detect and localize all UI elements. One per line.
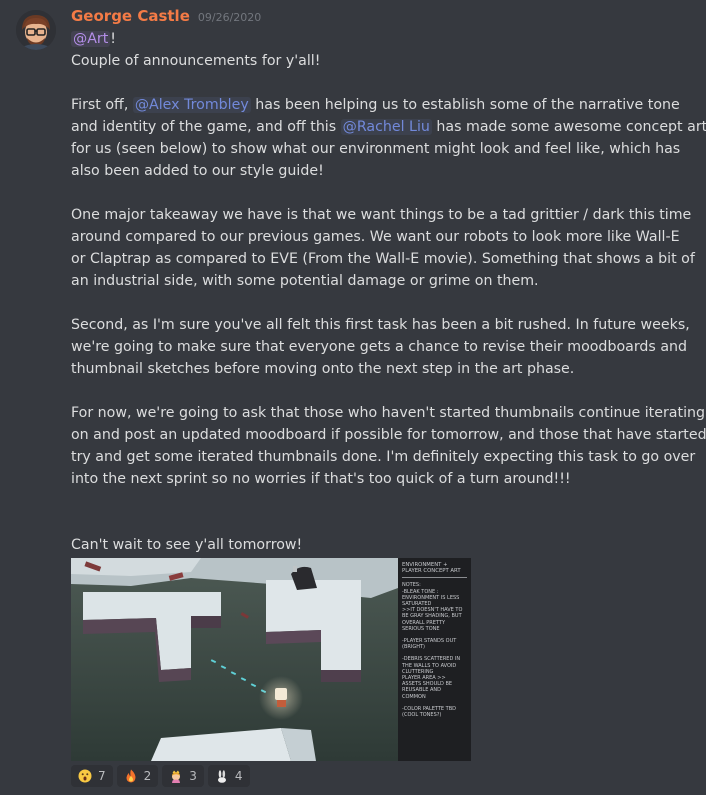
message-line: and identity of the game, and off this @… xyxy=(71,116,706,138)
timestamp[interactable]: 09/26/2020 xyxy=(198,11,261,24)
reaction-princess[interactable]: 3 xyxy=(162,765,204,787)
role-mention[interactable]: @Art xyxy=(71,31,111,47)
astonished-face-icon xyxy=(78,769,92,783)
notes-paragraph: -DEBRIS SCATTERED IN THE WALLS TO AVOID … xyxy=(402,656,461,700)
message-line: try and get some iterated thumbnails don… xyxy=(71,449,696,465)
reaction-count: 4 xyxy=(234,769,243,783)
message-content: @Art! Couple of announcements for y'all!… xyxy=(71,28,706,556)
message-line: for us (seen below) to show what our env… xyxy=(71,141,681,157)
user-mention[interactable]: @Rachel Liu xyxy=(340,119,432,135)
username[interactable]: George Castle xyxy=(71,7,190,25)
reactions-bar: 7 2 3 4 xyxy=(71,765,250,787)
rabbit-icon xyxy=(217,770,226,783)
message-text: ! xyxy=(110,31,116,47)
message-line: also been added to our style guide! xyxy=(71,163,324,179)
concept-art-notes: ENVIRONMENT + PLAYER CONCEPT ART NOTES: … xyxy=(398,558,471,761)
princess-icon xyxy=(172,770,181,783)
notes-header: ENVIRONMENT + PLAYER CONCEPT ART xyxy=(402,562,467,579)
message-text: First off, xyxy=(71,97,133,113)
notes-paragraph: -COLOR PALETTE TBD (COOL TONES?) xyxy=(402,705,457,719)
reaction-rabbit[interactable]: 4 xyxy=(207,765,250,787)
message-text: has been helping us to establish some of… xyxy=(250,97,680,113)
avatar[interactable] xyxy=(16,10,56,50)
message-line: For now, we're going to ask that those w… xyxy=(71,405,706,421)
message-line: @Art! xyxy=(71,28,691,50)
reaction-count: 3 xyxy=(189,769,197,783)
user-mention[interactable]: @Alex Trombley xyxy=(132,97,251,113)
fire-icon xyxy=(126,769,136,783)
message-line: Can't wait to see y'all tomorrow! xyxy=(71,537,303,553)
message-line: we're going to make sure that everyone g… xyxy=(71,339,688,355)
message-line: into the next sprint so no worries if th… xyxy=(71,471,571,487)
image-attachment[interactable]: ENVIRONMENT + PLAYER CONCEPT ART NOTES: … xyxy=(71,558,471,761)
message-header: George Castle 09/26/2020 xyxy=(71,7,261,29)
message-text: and identity of the game, and off this xyxy=(71,119,341,135)
message-line: on and post an updated moodboard if poss… xyxy=(71,427,706,443)
message-line: around compared to our previous games. W… xyxy=(71,229,680,245)
message-line: or Claptrap as compared to EVE (From the… xyxy=(71,251,695,267)
message-line: Second, as I'm sure you've all felt this… xyxy=(71,317,690,333)
reaction-count: 7 xyxy=(98,769,106,783)
chat-message: George Castle 09/26/2020 @Art! Couple of… xyxy=(0,0,706,795)
reaction-fire[interactable]: 2 xyxy=(116,765,159,787)
message-text: has made some awesome concept art xyxy=(431,119,706,135)
message-line: First off, @Alex Trombley has been helpi… xyxy=(71,94,691,116)
message-line: an industrial side, with some potential … xyxy=(71,273,539,289)
notes-paragraph: NOTES: -BLEAK TONE : ENVIRONMENT IS LESS… xyxy=(402,582,463,632)
message-line: Couple of announcements for y'all! xyxy=(71,53,321,69)
message-line: One major takeaway we have is that we wa… xyxy=(71,207,692,223)
reaction-astonished[interactable]: 7 xyxy=(71,765,113,787)
concept-art-image xyxy=(71,558,398,761)
message-line: thumbnail sketches before moving onto th… xyxy=(71,361,575,377)
reaction-count: 2 xyxy=(143,769,152,783)
notes-paragraph: -PLAYER STANDS OUT (BRIGHT) xyxy=(402,638,457,651)
